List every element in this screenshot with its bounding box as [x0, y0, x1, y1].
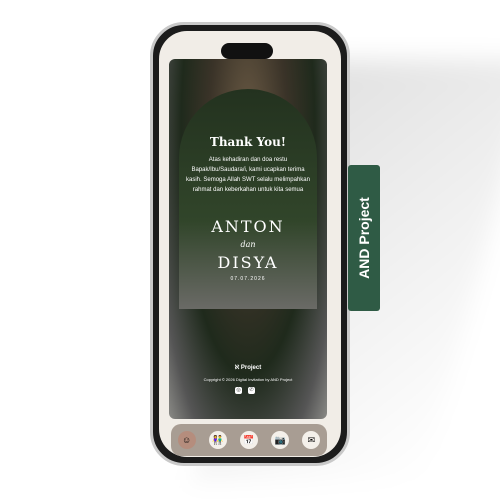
dynamic-island: [221, 43, 273, 59]
brand-text: Project: [240, 365, 262, 371]
groom-name: ANTON: [211, 217, 285, 236]
copyright: Copyright © 2026 Digital Invitation by A…: [203, 377, 293, 382]
thank-you-message: Atas kehadiran dan doa restu Bapak/Ibu/S…: [186, 157, 310, 193]
phone-icon[interactable]: ✆: [248, 387, 255, 394]
side-tab-label: AND Project: [356, 197, 372, 279]
phone-mockup: Thank You! Atas kehadiran dan doa restu …: [150, 22, 350, 466]
bride-name: DISYA: [217, 253, 279, 272]
instagram-icon[interactable]: ◎: [235, 387, 242, 394]
brand-logo: ℵ Project: [234, 365, 262, 371]
gallery-camera-icon[interactable]: 📷: [271, 431, 290, 449]
bride-groom-icon[interactable]: 👫: [208, 431, 227, 449]
wedding-date: 07.07.2026: [230, 276, 266, 282]
bottom-nav: ☺ 👫 📅 📷 ✉: [171, 424, 327, 456]
side-tab[interactable]: AND Project: [348, 165, 380, 311]
invitation-screen[interactable]: Thank You! Atas kehadiran dan doa restu …: [169, 59, 327, 419]
conjunction: dan: [240, 240, 256, 249]
thank-you-title: Thank You!: [209, 135, 287, 149]
couple-photo-icon[interactable]: ☺: [177, 431, 196, 449]
calendar-icon[interactable]: 📅: [239, 431, 258, 449]
gift-message-icon[interactable]: ✉: [302, 431, 321, 449]
